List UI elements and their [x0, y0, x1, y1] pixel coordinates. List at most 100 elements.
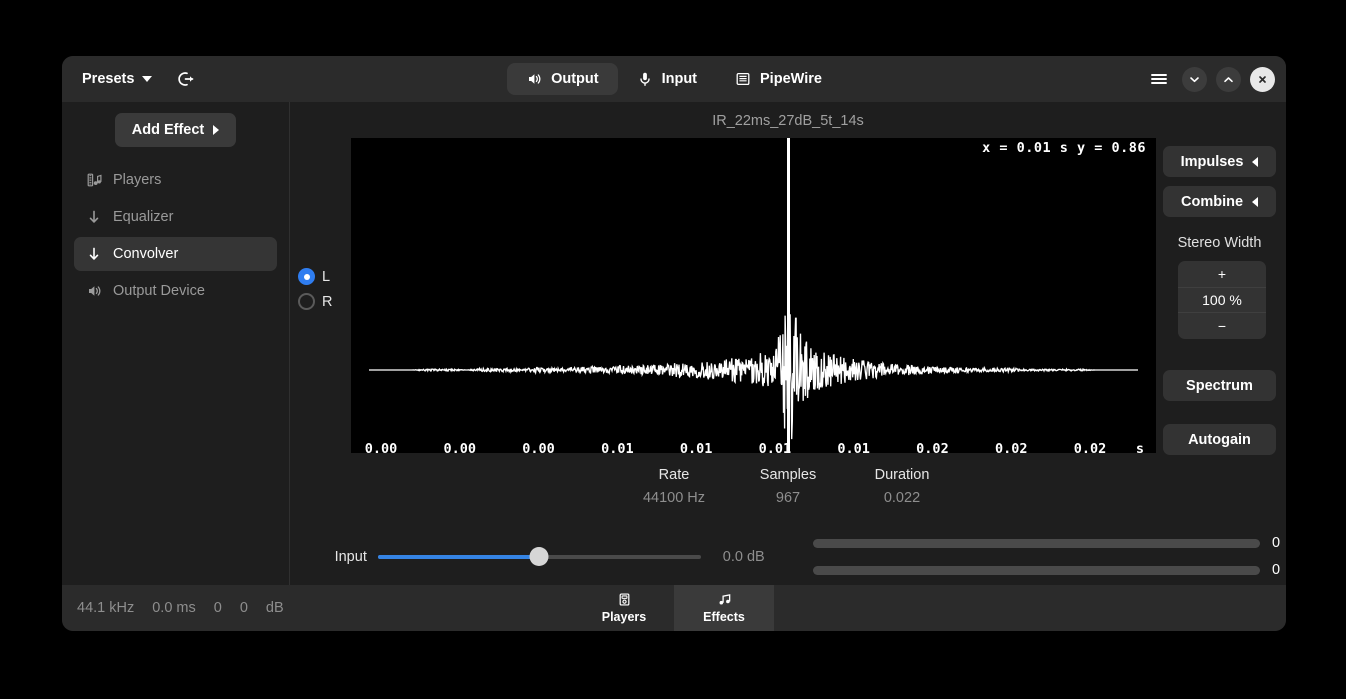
- stereo-width-stepper: + 100 % −: [1178, 261, 1266, 339]
- status-bar: 44.1 kHz 0.0 ms 0 0 dB: [62, 585, 293, 631]
- slider-knob[interactable]: [529, 547, 549, 566]
- level-meter-value: 0: [1272, 562, 1281, 578]
- impulse-stats: Rate 44100 Hz Samples 967 Duration 0.022: [290, 455, 1286, 506]
- music-note-icon: [719, 594, 730, 605]
- x-tick-label: 0.01: [758, 441, 792, 453]
- input-gain-value: 0.0 dB: [722, 548, 765, 565]
- cursor-readout: x = 0.01 s y = 0.86: [982, 140, 1146, 156]
- add-effect-label: Add Effect: [131, 122, 205, 138]
- tab-pipewire[interactable]: PipeWire: [716, 63, 841, 95]
- music-player-icon: [619, 593, 629, 606]
- add-effect-button[interactable]: Add Effect: [114, 113, 237, 147]
- channel-label: R: [322, 293, 333, 310]
- combine-button[interactable]: Combine: [1163, 186, 1276, 217]
- sidebar-item-label: Equalizer: [113, 209, 174, 225]
- convolver-panel: IR_22ms_27dB_5t_14s L R x = 0.01 s y = 0…: [290, 102, 1286, 585]
- mode-tabs: Output Input PipeWire: [507, 63, 841, 95]
- stat-value: 0.022: [883, 490, 921, 506]
- window-body: Add Effect Players Equalizer Convolver O…: [62, 102, 1286, 585]
- stat-key: Duration: [874, 467, 930, 483]
- x-axis-unit-label: s: [1135, 441, 1145, 453]
- level-meter-value: 0: [1272, 535, 1281, 551]
- x-tick-label: 0.02: [916, 441, 949, 453]
- tab-players-label: Players: [601, 610, 647, 624]
- gnome-equalizer-window: Presets Output Input PipeWire Add Effect…: [62, 56, 1286, 631]
- channel-radio-r[interactable]: R: [298, 293, 351, 310]
- sidebar-item-output-device[interactable]: Output Device: [74, 274, 277, 308]
- tab-input-label: Input: [661, 71, 698, 87]
- plot-row: L R x = 0.01 s y = 0.86 0.00 0.00 0.00 0.01…: [290, 138, 1286, 455]
- channel-label: L: [322, 268, 331, 285]
- menu-button[interactable]: [1145, 65, 1173, 93]
- maximize-button[interactable]: [1216, 66, 1241, 92]
- spectrum-button[interactable]: Spectrum: [1163, 370, 1276, 401]
- tab-input[interactable]: Input: [618, 63, 716, 95]
- header-center-group: Output Input PipeWire: [62, 63, 1286, 95]
- level-meter-row: 0: [813, 535, 1286, 551]
- chevron-down-icon: [1190, 76, 1199, 82]
- status-item: 44.1 kHz: [77, 600, 135, 616]
- x-tick-label: 0.02: [994, 441, 1028, 453]
- status-item: dB: [265, 600, 284, 616]
- impulse-response-plot[interactable]: x = 0.01 s y = 0.86 0.00 0.00 0.00 0.01 0.01…: [351, 138, 1156, 453]
- input-gain-row: Input 0.0 dB 0 0: [290, 506, 1286, 585]
- x-tick-label: 0.00: [364, 441, 398, 453]
- stat-value: 44100 Hz: [642, 490, 706, 506]
- microphone-icon: [639, 72, 650, 86]
- stereo-width-value[interactable]: 100 %: [1178, 287, 1266, 313]
- minimize-button[interactable]: [1182, 66, 1207, 92]
- close-button[interactable]: [1250, 66, 1275, 92]
- x-tick-label: 0.01: [679, 441, 713, 453]
- channel-selector: L R: [290, 138, 351, 310]
- impulse-file-title: IR_22ms_27dB_5t_14s: [712, 113, 864, 129]
- window-controls: [1145, 65, 1275, 93]
- sidebar-item-label: Players: [113, 172, 162, 188]
- plot-cursor-line: [787, 138, 791, 453]
- logout-arrow-icon: [178, 72, 194, 86]
- radio-indicator: [298, 293, 315, 310]
- header-bar: Presets Output Input PipeWire: [62, 56, 1286, 102]
- status-item: 0: [239, 600, 248, 616]
- level-meter-bar: [813, 538, 1260, 548]
- x-tick-label: 0.01: [601, 441, 634, 453]
- presets-label: Presets: [82, 71, 135, 87]
- sidebar-list: Players Equalizer Convolver Output Devic…: [62, 163, 289, 308]
- stat-key: Samples: [759, 467, 817, 483]
- close-x-icon: [1259, 75, 1266, 83]
- channel-radio-l[interactable]: L: [298, 268, 351, 285]
- hamburger-icon: [1151, 74, 1167, 84]
- combine-label: Combine: [1180, 193, 1244, 210]
- tab-players[interactable]: Players: [574, 585, 674, 631]
- stat-samples: Samples 967: [731, 467, 845, 506]
- stereo-width-increment[interactable]: +: [1178, 261, 1266, 287]
- slider-fill: [377, 554, 540, 559]
- list-icon: [736, 72, 750, 86]
- sidebar-item-convolver[interactable]: Convolver: [74, 237, 277, 271]
- sidebar-item-equalizer[interactable]: Equalizer: [74, 200, 277, 234]
- convolver-controls: Impulses Combine Stereo Width + 100 % −: [1156, 138, 1281, 455]
- chevron-left-icon: [1252, 156, 1259, 167]
- stereo-width-decrement[interactable]: −: [1178, 313, 1266, 339]
- chevron-up-icon: [1224, 76, 1233, 82]
- music-player-icon: [87, 173, 102, 187]
- waveform-path: [369, 288, 1138, 440]
- x-tick-label: 0.02: [1073, 441, 1107, 453]
- tab-effects-label: Effects: [703, 610, 745, 624]
- x-tick-label: 0.00: [522, 441, 555, 453]
- footer-bar: 44.1 kHz 0.0 ms 0 0 dB Players Effects: [62, 585, 1286, 631]
- autogain-button[interactable]: Autogain: [1163, 424, 1276, 455]
- impulses-button[interactable]: Impulses: [1163, 146, 1276, 177]
- sidebar-item-players[interactable]: Players: [74, 163, 277, 197]
- input-gain-slider[interactable]: [377, 547, 701, 567]
- stat-rate: Rate 44100 Hz: [617, 467, 731, 506]
- radio-indicator: [298, 268, 315, 285]
- sidebar-item-label: Output Device: [113, 283, 205, 299]
- tab-pipewire-label: PipeWire: [760, 71, 822, 87]
- presets-button[interactable]: Presets: [76, 66, 158, 92]
- tab-effects[interactable]: Effects: [674, 585, 774, 631]
- reset-settings-button[interactable]: [172, 65, 200, 93]
- speaker-icon: [529, 74, 541, 84]
- down-arrow-icon: [89, 210, 99, 223]
- tab-output[interactable]: Output: [507, 63, 618, 95]
